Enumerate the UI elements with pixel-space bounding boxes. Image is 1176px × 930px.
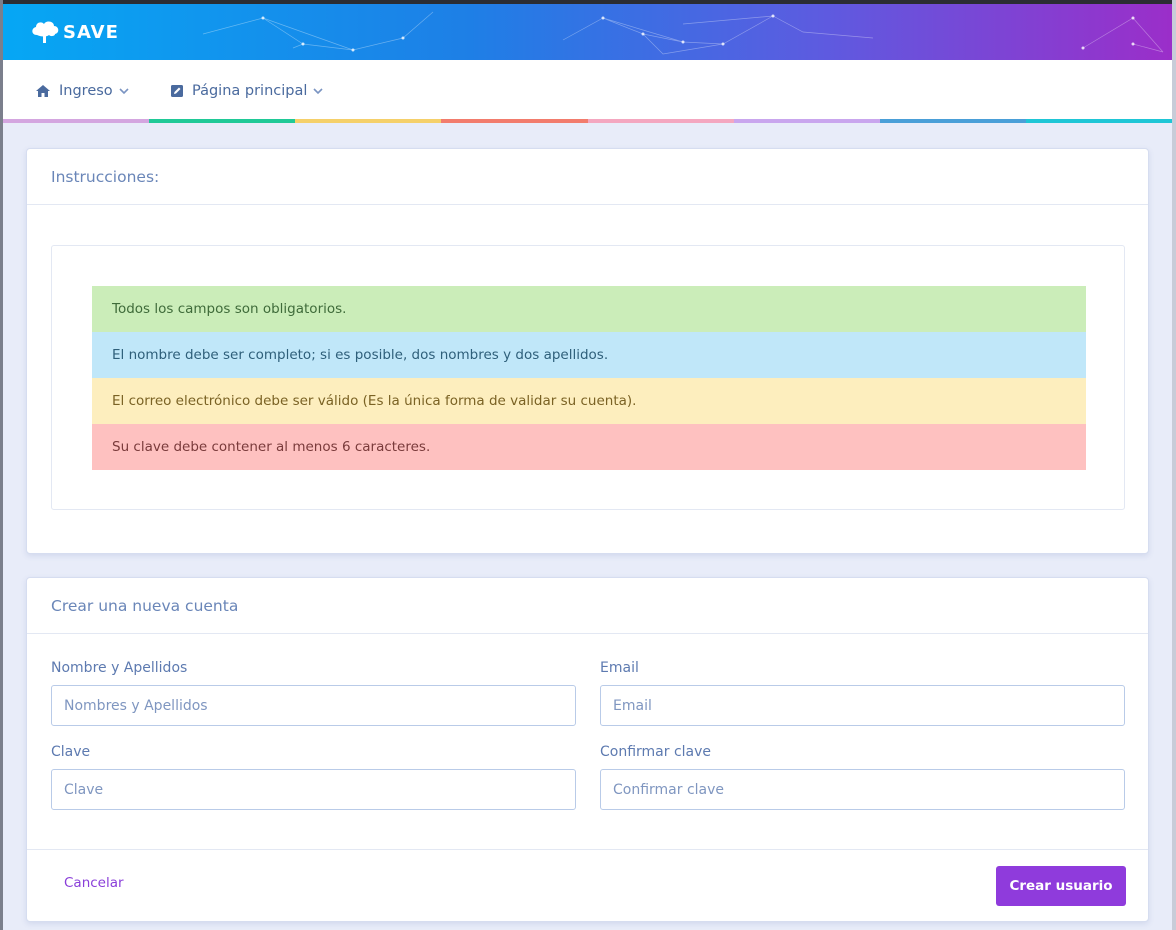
instructions-title: Instrucciones:	[27, 149, 1148, 205]
nav-stripe-segment	[3, 119, 150, 123]
form-footer-divider	[27, 849, 1148, 850]
instructions-card: Instrucciones: Todos los campos son obli…	[26, 148, 1149, 554]
nav-stripe-segment	[441, 119, 588, 123]
tree-icon	[32, 21, 59, 43]
nav-item-ingreso[interactable]: Ingreso	[35, 80, 129, 102]
nav-item-pagina-principal[interactable]: Página principal	[170, 80, 323, 102]
app-name: SAVE	[63, 21, 119, 43]
name-label: Nombre y Apellidos	[51, 660, 188, 676]
cancel-link[interactable]: Cancelar	[64, 875, 124, 891]
create-account-card: Crear una nueva cuenta Nombre y Apellido…	[26, 577, 1149, 922]
alert-danger: Su clave debe contener al menos 6 caract…	[92, 424, 1086, 470]
alert-success: Todos los campos son obligatorios.	[92, 286, 1086, 332]
nav-stripe-segment	[879, 119, 1026, 123]
home-icon	[36, 85, 50, 97]
edit-icon	[171, 85, 183, 97]
nav-label-ingreso: Ingreso	[59, 83, 113, 99]
nav-stripe-segment	[733, 119, 880, 123]
app-logo[interactable]: SAVE	[29, 19, 119, 45]
confirm-password-label: Confirmar clave	[600, 744, 712, 760]
top-header: SAVE	[3, 4, 1172, 60]
nav-color-stripe	[3, 119, 1172, 123]
alert-warning: El correo electrónico debe ser válido (E…	[92, 378, 1086, 424]
window-right-border	[1172, 0, 1176, 930]
password-label: Clave	[51, 744, 91, 760]
create-user-button[interactable]: Crear usuario	[996, 866, 1126, 906]
password-input[interactable]	[51, 769, 576, 810]
window-left-border	[0, 0, 3, 930]
network-decoration	[202, 11, 1164, 55]
email-input[interactable]	[600, 685, 1125, 726]
nav-label-pagina-principal: Página principal	[192, 83, 308, 99]
chevron-down-icon	[313, 88, 323, 95]
chevron-down-icon	[119, 88, 129, 95]
alert-info: El nombre debe ser completo; si es posib…	[92, 332, 1086, 378]
confirm-password-input[interactable]	[600, 769, 1125, 810]
main-navigation: Ingreso Página principal	[3, 60, 1172, 123]
nav-stripe-segment	[149, 119, 296, 123]
nav-stripe-segment	[295, 119, 442, 123]
instructions-box: Todos los campos son obligatorios. El no…	[51, 245, 1125, 510]
email-label: Email	[600, 660, 639, 676]
name-input[interactable]	[51, 685, 576, 726]
nav-stripe-segment	[1025, 119, 1172, 123]
create-account-title: Crear una nueva cuenta	[27, 578, 1148, 634]
nav-stripe-segment	[587, 119, 734, 123]
